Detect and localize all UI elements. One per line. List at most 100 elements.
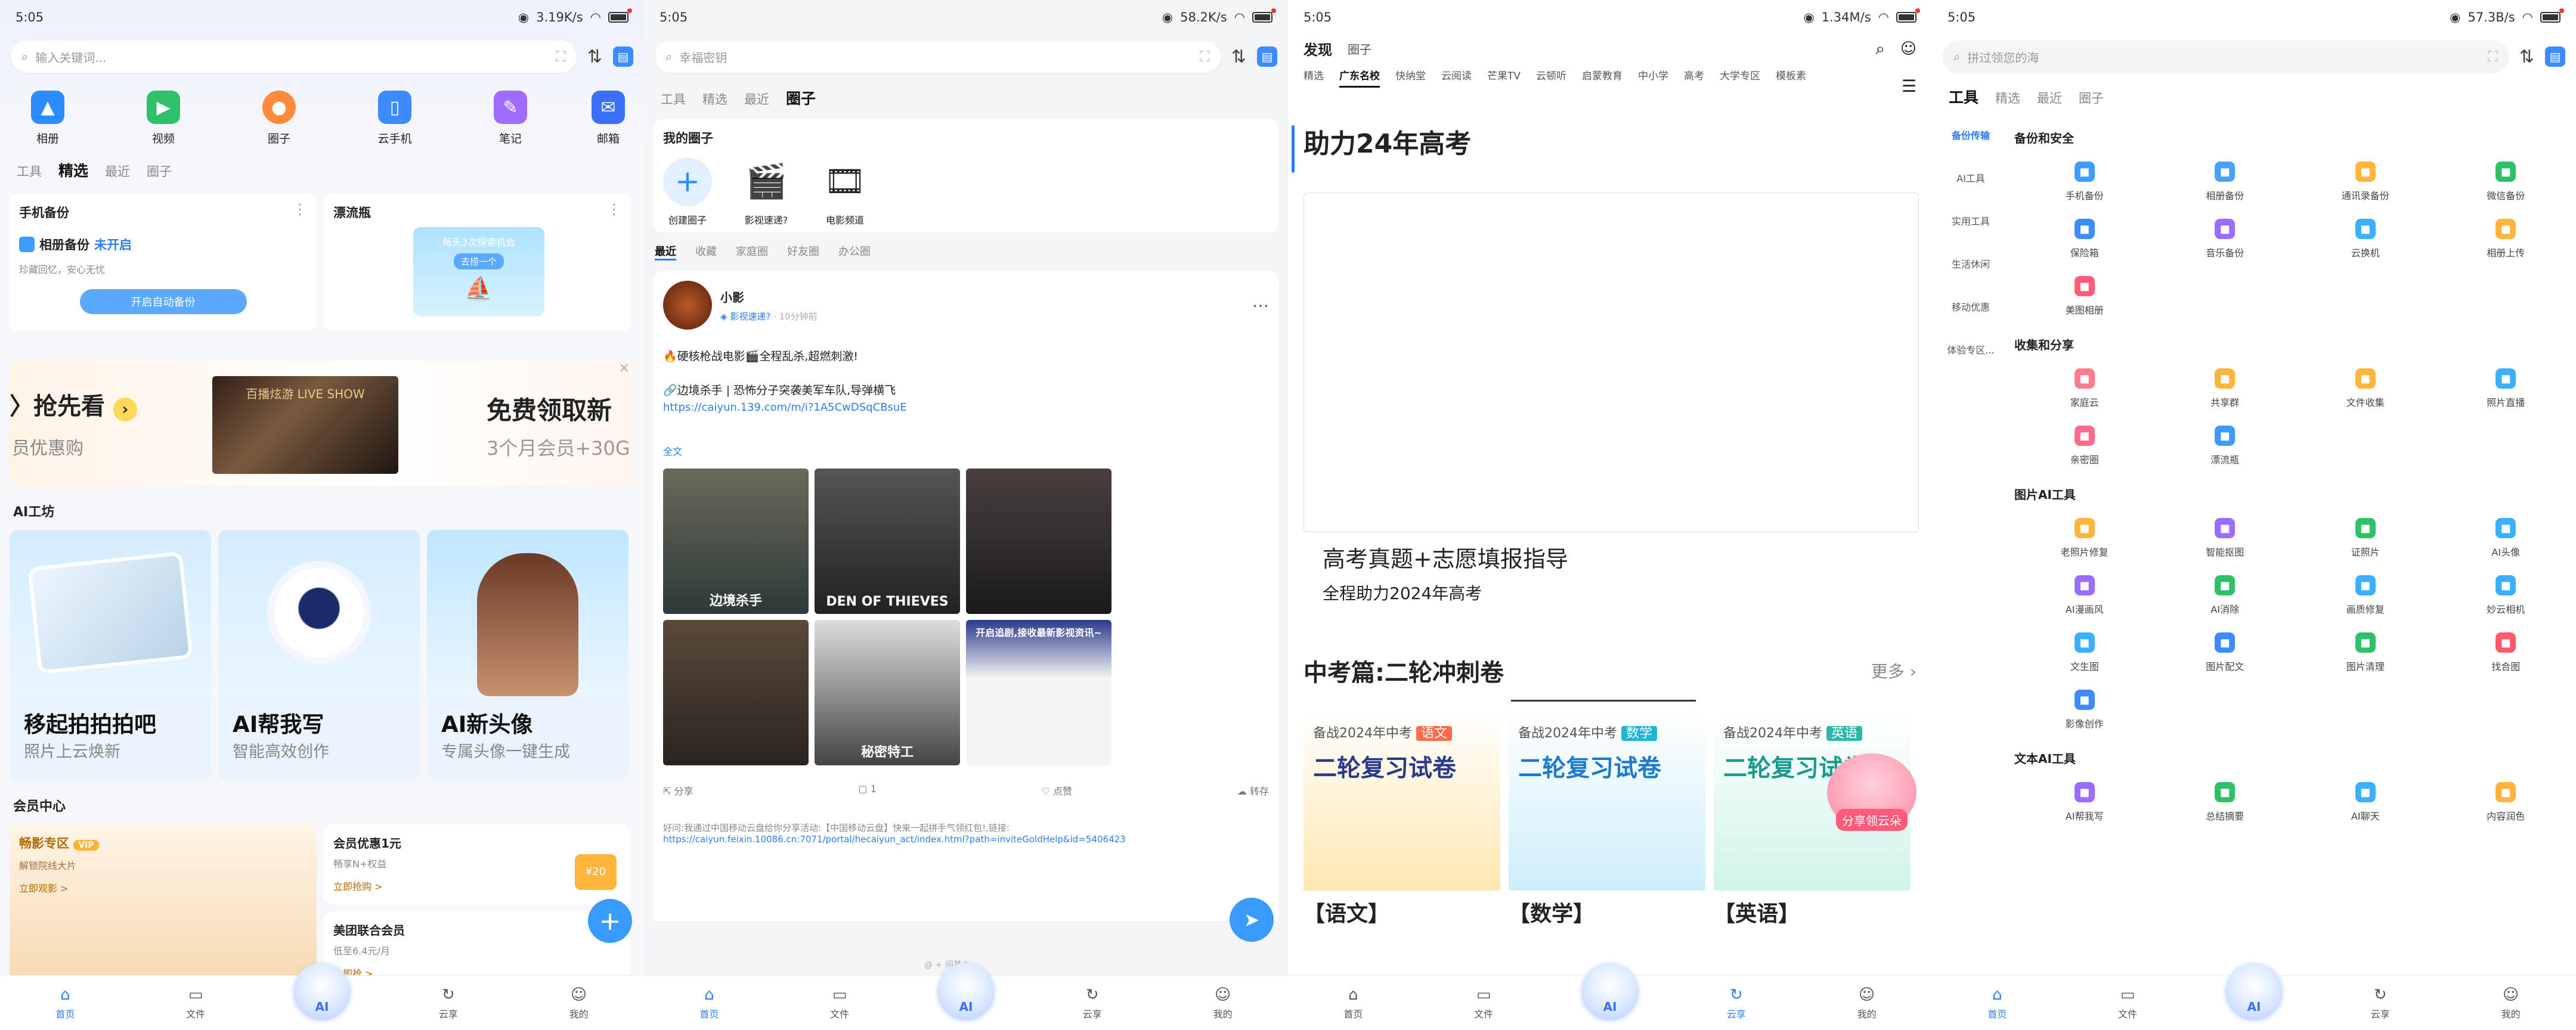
- book-card-chinese[interactable]: 备战2024年中考 语文 二轮复习试卷: [1304, 712, 1500, 891]
- nav-files[interactable]: ▭ 文件: [1451, 986, 1516, 1020]
- subtab-office[interactable]: 办公圈: [838, 243, 871, 259]
- circle-item[interactable]: 🎞 电影频道: [821, 157, 869, 227]
- quick-cloud-phone[interactable]: ▯ 云手机: [359, 91, 431, 146]
- tool-item[interactable]: ■ 共享群: [2155, 368, 2296, 409]
- tool-item[interactable]: ■ 相册备份: [2155, 162, 2296, 202]
- sidebar-item[interactable]: 移动优惠: [1932, 285, 2010, 328]
- tool-item[interactable]: ■ AI帮我写: [2014, 782, 2155, 823]
- post-image[interactable]: [966, 469, 1111, 614]
- tab-tools[interactable]: 工具: [661, 90, 686, 108]
- category-tab[interactable]: 中小学: [1638, 67, 1668, 88]
- tool-item[interactable]: ■ 通讯录备份: [2295, 162, 2436, 202]
- nav-share[interactable]: ↻ 云享: [1060, 986, 1125, 1020]
- share-button[interactable]: ⇱ 分享: [663, 783, 693, 798]
- backup-card[interactable]: 手机备份 ⋮ 相册备份 未开启 珍藏回忆，安心无忧 开启自动备份: [10, 194, 317, 331]
- vip-zone-card[interactable]: 畅影专区 VIP 解锁院线大片 立即观影 >: [10, 824, 317, 991]
- more-link[interactable]: 更多 ›: [1871, 659, 1916, 682]
- nav-home[interactable]: ⌂ 首页: [32, 986, 98, 1020]
- tool-item[interactable]: ■ AI头像: [2436, 518, 2576, 559]
- book-name[interactable]: 【语文】: [1304, 896, 1389, 927]
- quick-photo[interactable]: ▲ 相册: [12, 91, 83, 146]
- category-tab[interactable]: 快纳堂: [1395, 67, 1426, 88]
- tool-item[interactable]: ■ 妙云相机: [2436, 575, 2576, 616]
- post-image[interactable]: [663, 620, 809, 765]
- category-tab[interactable]: 高考: [1684, 67, 1704, 88]
- more-icon[interactable]: ⋯: [1252, 296, 1269, 315]
- nav-ai-button[interactable]: AI: [2225, 962, 2283, 1020]
- tool-item[interactable]: ■ 保险箱: [2014, 219, 2155, 259]
- circle-item[interactable]: 🎬 影视速递?: [742, 157, 791, 227]
- user-icon[interactable]: ☺: [1900, 40, 1916, 58]
- tab-featured[interactable]: 精选: [58, 159, 88, 181]
- tab-circle[interactable]: 圈子: [786, 87, 816, 108]
- subtab-family[interactable]: 家庭圈: [736, 243, 768, 259]
- nav-ai-button[interactable]: AI: [1581, 962, 1639, 1020]
- hero-image-placeholder[interactable]: [1304, 193, 1919, 532]
- tool-item[interactable]: ■ 漂流瓶: [2155, 426, 2296, 466]
- sort-icon[interactable]: ⇅: [2519, 46, 2534, 67]
- ai-card-avatar[interactable]: AI新头像 专属头像一键生成: [427, 530, 628, 780]
- send-fab-button[interactable]: ➤: [1230, 898, 1274, 942]
- nav-mine[interactable]: ☺ 我的: [546, 986, 612, 1020]
- nav-mine[interactable]: ☺ 我的: [2478, 986, 2544, 1020]
- close-icon[interactable]: ×: [619, 361, 630, 376]
- sidebar-item[interactable]: 体验专区...: [1932, 328, 2010, 371]
- tool-item[interactable]: ■ 画质修复: [2295, 575, 2436, 616]
- create-circle-button[interactable]: + 创建圈子: [663, 157, 712, 227]
- tool-item[interactable]: ■ 美图相册: [2014, 276, 2155, 317]
- hero-card-title[interactable]: 高考真题+志愿填报指导: [1288, 532, 1932, 573]
- sort-icon[interactable]: ⇅: [1231, 46, 1246, 67]
- tab-tools[interactable]: 工具: [1949, 86, 1979, 107]
- category-tab[interactable]: 大学专区: [1720, 67, 1760, 88]
- category-tab[interactable]: 启蒙教育: [1582, 67, 1623, 88]
- quick-mail[interactable]: ✉ 邮箱: [590, 91, 626, 146]
- tool-item[interactable]: ■ 图片配文: [2155, 632, 2296, 673]
- nav-home[interactable]: ⌂ 首页: [1964, 986, 2030, 1020]
- subtab-favorite[interactable]: 收藏: [695, 243, 717, 259]
- post-link[interactable]: https://caiyun.139.com/m/i?1A5CwDSqCBsuE: [663, 401, 1269, 414]
- tool-item[interactable]: ■ 手机备份: [2014, 162, 2155, 202]
- search-icon[interactable]: ⌕: [1875, 39, 1885, 59]
- more-icon[interactable]: ⋮: [293, 201, 307, 218]
- tool-item[interactable]: ■ AI聊天: [2295, 782, 2436, 823]
- expand-link[interactable]: 全文: [663, 443, 1269, 458]
- tab-recent[interactable]: 最近: [2037, 89, 2062, 107]
- nav-share[interactable]: ↻ 云享: [416, 986, 481, 1020]
- book-name[interactable]: 【英语】: [1714, 896, 1800, 927]
- tool-item[interactable]: ■ AI漫画风: [2014, 575, 2155, 616]
- drift-go-button[interactable]: 去捞一个: [453, 253, 504, 269]
- search-input[interactable]: ⌕ 幸福密钥 ⛶: [655, 41, 1221, 73]
- category-tab[interactable]: 芒果TV: [1487, 67, 1521, 88]
- category-tab[interactable]: 模板素: [1776, 67, 1806, 88]
- tool-item[interactable]: ■ 内容润色: [2436, 782, 2576, 823]
- tab-circle[interactable]: 圈子: [147, 162, 172, 180]
- nav-files[interactable]: ▭ 文件: [163, 986, 228, 1020]
- tab-featured[interactable]: 精选: [702, 90, 727, 108]
- sort-icon[interactable]: ⇅: [587, 46, 602, 67]
- save-button[interactable]: ☁ 转存: [1237, 783, 1269, 798]
- tool-item[interactable]: ■ 找合图: [2436, 632, 2576, 673]
- tab-recent[interactable]: 最近: [744, 90, 769, 108]
- enable-backup-button[interactable]: 开启自动备份: [79, 289, 247, 314]
- tool-item[interactable]: ■ 文生图: [2014, 632, 2155, 673]
- ai-card-photo[interactable]: 移起拍拍拍吧 照片上云焕新: [10, 530, 211, 780]
- post-image[interactable]: 开启追剧,接收最新影视资讯~: [966, 620, 1111, 765]
- sidebar-item[interactable]: AI工具: [1932, 156, 2010, 199]
- nav-ai-button[interactable]: AI: [293, 962, 351, 1020]
- nav-files[interactable]: ▭ 文件: [807, 986, 872, 1020]
- category-tab-active[interactable]: 广东名校: [1339, 67, 1380, 88]
- quick-note[interactable]: ✎ 笔记: [475, 91, 546, 146]
- search-input[interactable]: ⌕ 输入关键词... ⛶: [11, 41, 577, 73]
- scan-icon[interactable]: ⛶: [556, 48, 566, 65]
- tab-featured[interactable]: 精选: [1995, 89, 2020, 107]
- tool-item[interactable]: ■ 图片清理: [2295, 632, 2436, 673]
- post-image[interactable]: 边境杀手: [663, 469, 809, 614]
- drift-bottle-card[interactable]: 漂流瓶 ⋮ 每天3次探索机会 去捞一个 ⛵: [324, 194, 631, 331]
- tool-item[interactable]: ■ 云换机: [2295, 219, 2436, 259]
- tool-item[interactable]: ■ AI消除: [2155, 575, 2296, 616]
- category-tab[interactable]: 云顿听: [1536, 67, 1566, 88]
- tool-item[interactable]: ■ 相册上传: [2436, 219, 2576, 259]
- add-fab-button[interactable]: +: [588, 899, 632, 943]
- sidebar-item[interactable]: 实用工具: [1932, 199, 2010, 242]
- sidebar-item[interactable]: 备份传输: [1932, 113, 2010, 156]
